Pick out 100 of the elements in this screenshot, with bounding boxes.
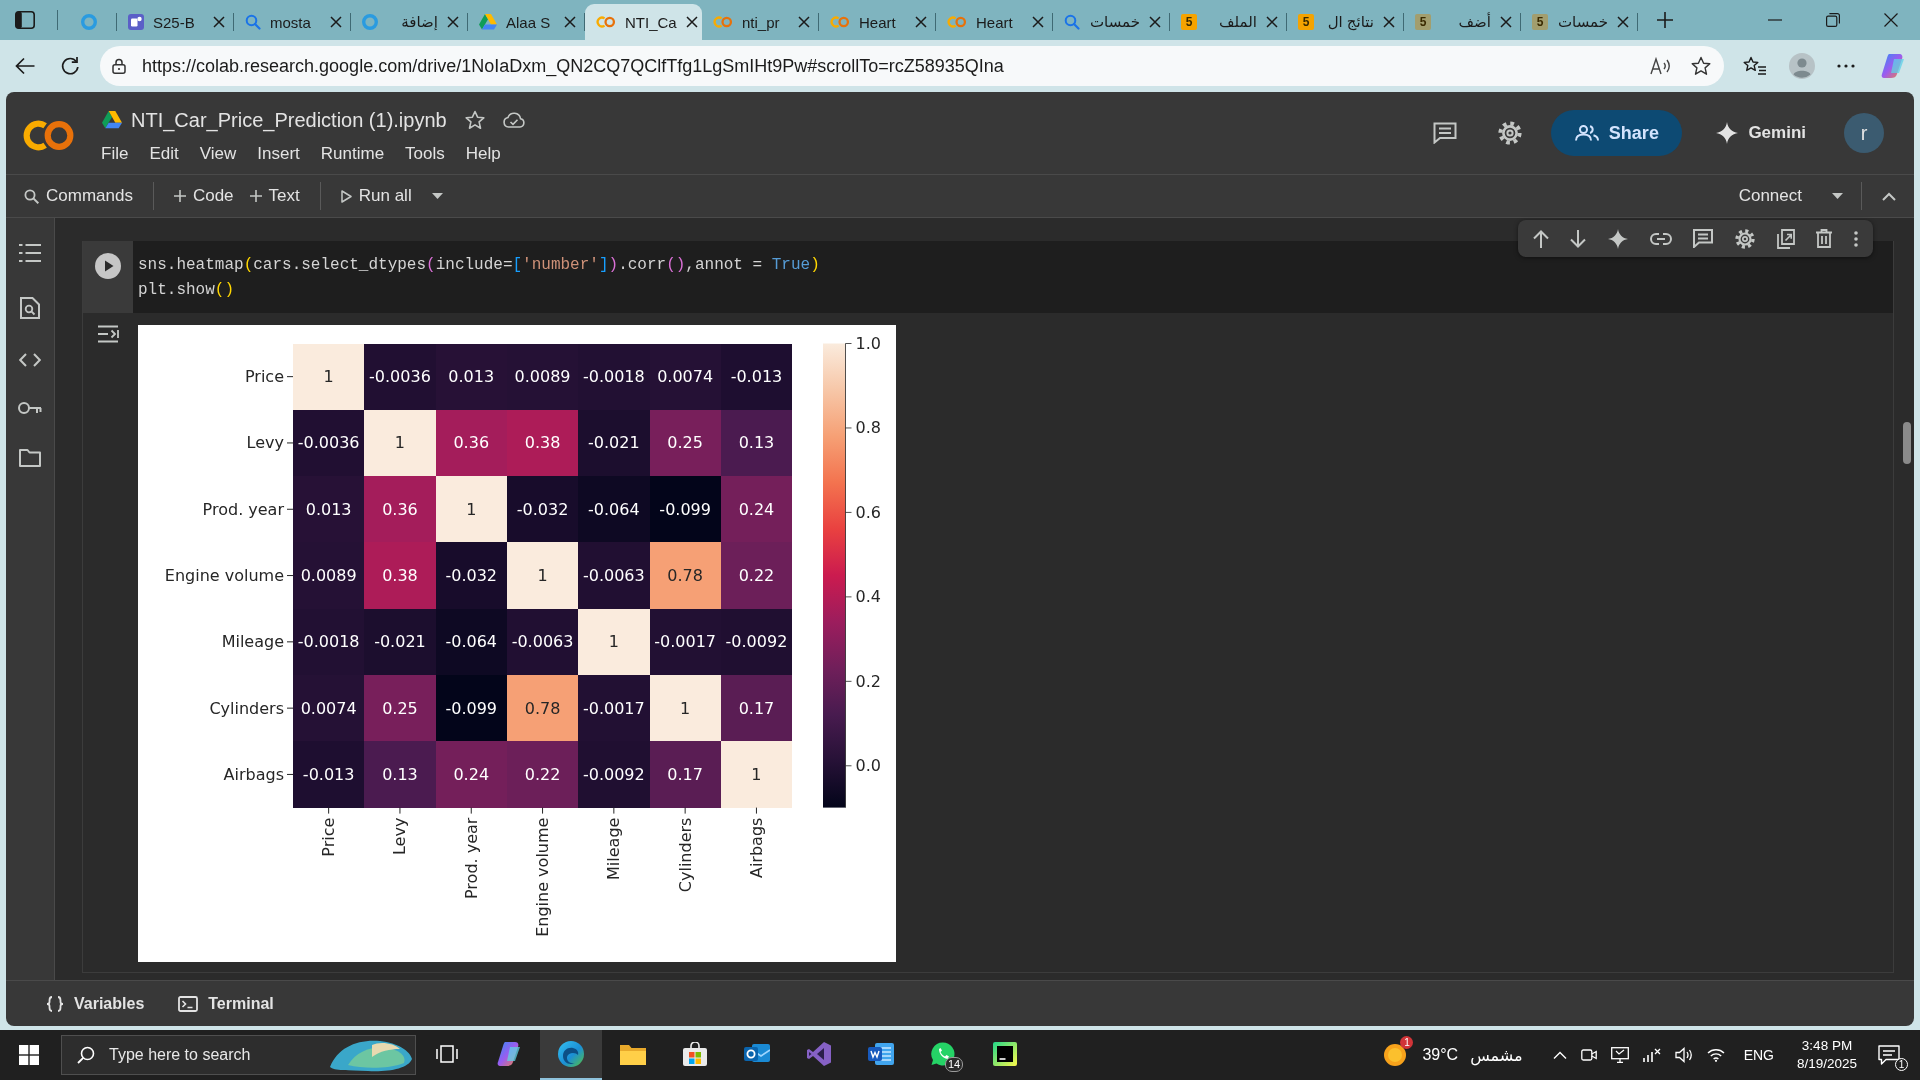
clock-time[interactable]: 3:48 PM (1801, 1037, 1853, 1055)
connect-button[interactable]: Connect (1730, 180, 1810, 212)
browser-tab[interactable]: Alaa S (468, 4, 585, 40)
cloud-icon[interactable] (502, 112, 525, 128)
taskbar-app-button[interactable]: 14 (912, 1030, 974, 1080)
clock-date[interactable]: 8/19/2025 (1796, 1055, 1858, 1073)
ring-icon (80, 14, 97, 30)
close-icon[interactable] (213, 16, 225, 28)
menu-item[interactable]: File (101, 144, 129, 164)
variables-button[interactable]: Variables (38, 988, 153, 1019)
star-icon[interactable] (1691, 56, 1711, 76)
gemini-button[interactable]: Gemini (1702, 110, 1820, 156)
menu-item[interactable]: Tools (405, 144, 445, 164)
share-button[interactable]: Share (1551, 110, 1683, 156)
camera-icon[interactable] (1580, 1047, 1597, 1063)
taskbar-app-button[interactable] (540, 1030, 602, 1080)
close-icon[interactable] (1500, 16, 1512, 28)
network-icon[interactable] (1642, 1047, 1661, 1063)
cell-value: 0.36 (382, 499, 418, 519)
browser-tab[interactable]: إضافة (351, 4, 468, 40)
key-icon[interactable] (18, 401, 42, 415)
close-icon[interactable] (1032, 16, 1044, 28)
caret-icon[interactable] (431, 193, 443, 199)
terminal-button[interactable]: Terminal (170, 988, 282, 1019)
cell-value: 1 (537, 566, 548, 586)
browser-tab[interactable]: خمسات (1053, 4, 1170, 40)
heatmap-cell (578, 675, 650, 742)
sparkle-icon[interactable] (1608, 228, 1629, 249)
open-in-window-icon[interactable] (1776, 228, 1795, 249)
address-field[interactable]: https://colab.research.google.com/drive/1NoIaDxm_QN2CQ7QClfTfg1LgSmIHt9Pw#scrollTo=rcZ58935QIna (100, 46, 1724, 86)
menu-item[interactable]: Runtime (320, 144, 385, 164)
run-all-button[interactable]: Run all (332, 180, 420, 212)
user-avatar[interactable]: r (1844, 113, 1884, 153)
settings-icon[interactable] (1735, 228, 1756, 249)
code-editor[interactable]: sns.heatmap(cars.select_dtypes(include=['number']).corr(),annot = True) plt.show() (133, 241, 1893, 313)
output-toggle-icon[interactable] (97, 325, 119, 343)
heatmap-cell (364, 675, 436, 742)
menu-item[interactable]: View (199, 144, 237, 164)
notifications-icon[interactable] (1878, 1045, 1900, 1065)
add-cell-button[interactable]: Text (241, 180, 308, 212)
weather-temperature[interactable]: 39°C (1422, 1046, 1459, 1064)
profile-avatar-icon[interactable] (1789, 53, 1815, 79)
reload-icon[interactable] (60, 56, 80, 76)
arrow-up-icon[interactable] (1532, 229, 1549, 248)
browser-tab[interactable]: mosta (234, 4, 351, 40)
close-icon[interactable] (564, 16, 576, 28)
menu-item[interactable]: Help (465, 144, 501, 164)
back-arrow-icon[interactable] (15, 57, 35, 75)
close-icon[interactable] (1617, 16, 1629, 28)
more-icon[interactable] (1837, 64, 1855, 68)
swirl-logo-icon[interactable] (1880, 53, 1906, 79)
caret-icon[interactable] (1832, 193, 1843, 199)
speaker-icon[interactable] (1674, 1047, 1693, 1063)
browser-tab[interactable]: NTI_Ca (585, 4, 702, 40)
list-icon[interactable] (19, 243, 41, 263)
read-aloud-icon[interactable] (1650, 57, 1672, 75)
close-icon[interactable] (1266, 16, 1278, 28)
commands-button[interactable]: Commands (16, 180, 141, 212)
close-icon[interactable] (1383, 16, 1395, 28)
settings-icon[interactable] (1498, 121, 1523, 145)
tab-actions-icon[interactable] (15, 11, 35, 29)
windows-logo-icon[interactable] (19, 1045, 39, 1065)
close-icon[interactable] (330, 16, 342, 28)
weather-condition[interactable]: مشمس (1470, 1045, 1523, 1065)
code-icon[interactable] (19, 353, 41, 367)
link-icon[interactable] (1649, 232, 1672, 245)
arrow-down-icon[interactable] (1570, 229, 1587, 248)
lock-icon[interactable] (112, 58, 126, 74)
browser-tab[interactable]: S25-B (117, 4, 234, 40)
browser-tab[interactable]: Heart (936, 4, 1053, 40)
browser-tab[interactable]: nti_pr (702, 4, 819, 40)
more-vertical-icon[interactable] (1854, 230, 1859, 247)
rings-logo-icon (830, 16, 850, 28)
notebook-title[interactable]: NTI_Car_Price_Prediction (1).ipynb (131, 108, 447, 132)
menu-item[interactable]: Edit (149, 144, 179, 164)
restore-icon[interactable] (1826, 13, 1840, 27)
menu-item[interactable]: Insert (257, 144, 300, 164)
rings-logo-icon[interactable] (22, 119, 76, 151)
close-icon[interactable] (1149, 16, 1161, 28)
favorites-icon[interactable] (1743, 56, 1767, 76)
add-cell-button[interactable]: Code (165, 180, 242, 212)
monitor-icon[interactable] (1610, 1047, 1629, 1063)
folder-icon[interactable] (19, 449, 41, 467)
browser-tab[interactable]: Heart (819, 4, 936, 40)
language-indicator[interactable]: ENG (1743, 1047, 1774, 1063)
close-icon[interactable] (685, 16, 698, 28)
chevron-up-icon[interactable] (1882, 191, 1896, 201)
cell-value: 0.0089 (514, 367, 571, 387)
close-icon[interactable] (915, 16, 927, 28)
scrollbar-thumb[interactable] (1903, 422, 1911, 464)
run-cell-icon[interactable] (95, 253, 121, 279)
trash-icon[interactable] (1816, 229, 1833, 248)
new-tab-icon[interactable] (1657, 12, 1673, 28)
comment-icon[interactable] (1693, 229, 1714, 248)
close-icon[interactable] (798, 16, 810, 28)
document-search-icon[interactable] (20, 297, 40, 319)
wifi-icon[interactable] (1706, 1048, 1725, 1062)
comment-icon[interactable] (1433, 122, 1458, 144)
close-icon[interactable] (447, 16, 459, 28)
close-icon[interactable] (1884, 13, 1898, 27)
